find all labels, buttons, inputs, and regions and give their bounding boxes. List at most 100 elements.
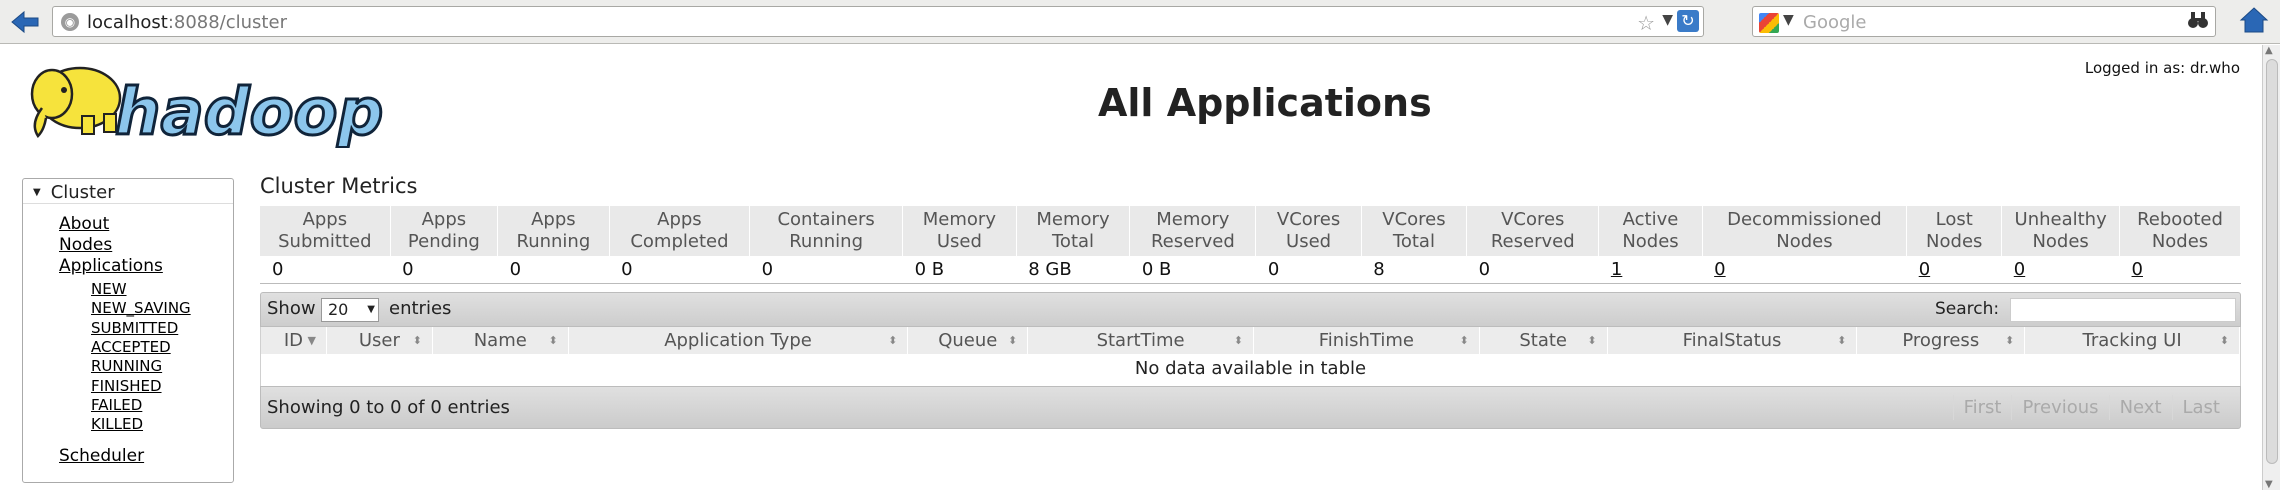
metrics-header-line: Pending xyxy=(407,231,480,252)
sidebar-link-state-running[interactable]: RUNNING xyxy=(91,357,162,375)
metrics-value: 0 B xyxy=(1141,258,1172,280)
apps-column-label: FinalStatus xyxy=(1682,330,1782,351)
apps-column-header[interactable]: Queue ⬍ xyxy=(908,327,1029,354)
metrics-header-cell: Memory Used xyxy=(902,206,1017,256)
metrics-header-line: Apps xyxy=(657,209,702,230)
sidebar-section-cluster[interactable]: ▼ Cluster xyxy=(33,182,115,203)
apps-column-header[interactable]: State ⬍ xyxy=(1480,327,1608,354)
sort-desc-icon: ▼ xyxy=(307,334,316,347)
page-content: hadoop Logged in as: dr.who All Applicat… xyxy=(0,45,2262,490)
url-host: localhost xyxy=(87,12,168,33)
metrics-value-cell: 0 xyxy=(1466,256,1599,284)
back-arrow-icon[interactable] xyxy=(8,8,42,36)
apps-table-header: ID ▼ User ⬍ Name ⬍ Application Type ⬍ Queue ⬍ Star… xyxy=(260,327,2241,354)
metrics-header-line: VCores xyxy=(1382,209,1446,230)
metrics-header-line: Apps xyxy=(421,209,467,230)
vertical-scrollbar[interactable]: ▲ ▼ xyxy=(2262,45,2280,490)
triangle-down-icon: ▼ xyxy=(33,187,41,198)
binoculars-icon[interactable] xyxy=(2187,10,2209,35)
metrics-header-line: Reserved xyxy=(1490,231,1575,252)
apps-table-toolbar: Show 20 ▼ entries Search: xyxy=(260,292,2241,327)
sort-both-icon: ⬍ xyxy=(548,334,558,347)
apps-column-header[interactable]: ID ▼ xyxy=(261,327,327,354)
apps-column-header[interactable]: FinishTime ⬍ xyxy=(1254,327,1480,354)
metrics-header-line: Active xyxy=(1622,209,1679,230)
apps-column-header[interactable]: Tracking UI ⬍ xyxy=(2025,327,2240,354)
apps-column-header[interactable]: Application Type ⬍ xyxy=(569,327,909,354)
home-icon[interactable] xyxy=(2238,6,2270,36)
search-label: Search: xyxy=(1935,299,2000,319)
metrics-header-cell: Apps Submitted xyxy=(260,206,391,256)
metrics-header-line: Running xyxy=(516,231,591,252)
pagination-last-button[interactable]: Last xyxy=(2171,395,2231,420)
sidebar-link-state-finished[interactable]: FINISHED xyxy=(91,377,162,395)
divider xyxy=(23,203,233,204)
sort-both-icon: ⬍ xyxy=(1459,334,1469,347)
address-bar[interactable]: ◉ localhost:8088/cluster ☆ ▼ ↻ xyxy=(52,6,1704,37)
metrics-header-line: Used xyxy=(1286,231,1332,252)
google-icon[interactable] xyxy=(1759,13,1779,33)
apps-column-header[interactable]: User ⬍ xyxy=(327,327,433,354)
metrics-value-cell: 0 xyxy=(2001,256,2120,284)
pagination-next-button[interactable]: Next xyxy=(2108,395,2172,420)
metrics-header-cell: Apps Pending xyxy=(390,206,499,256)
metrics-header-row: Apps Submitted Apps Pending Apps Running Apps C… xyxy=(260,206,2241,256)
entries-label: entries xyxy=(389,298,452,319)
sidebar-link-applications[interactable]: Applications xyxy=(59,256,163,276)
metrics-value-link[interactable]: 0 xyxy=(2014,259,2025,280)
pagination-previous-button[interactable]: Previous xyxy=(2011,395,2108,420)
table-info-text: Showing 0 to 0 of 0 entries xyxy=(267,397,510,418)
sidebar-link-state-new[interactable]: NEW xyxy=(91,280,127,298)
metrics-header-cell: Decommissioned Nodes xyxy=(1702,206,1908,256)
sidebar-link-about[interactable]: About xyxy=(59,214,109,234)
chevron-down-icon[interactable]: ▼ xyxy=(1662,12,1673,28)
sidebar-link-nodes[interactable]: Nodes xyxy=(59,235,112,255)
metrics-value-cell: 0 xyxy=(609,256,750,284)
hadoop-logo[interactable]: hadoop xyxy=(20,58,400,152)
sidebar-link-state-failed[interactable]: FAILED xyxy=(91,396,142,414)
sidebar-link-state-new-saving[interactable]: NEW_SAVING xyxy=(91,299,191,317)
sidebar-link-scheduler[interactable]: Scheduler xyxy=(59,446,144,466)
scroll-down-arrow-icon[interactable]: ▼ xyxy=(2265,479,2273,490)
metrics-value: 0 B xyxy=(914,258,945,280)
chevron-down-icon[interactable]: ▼ xyxy=(1783,12,1794,28)
sort-both-icon: ⬍ xyxy=(1008,334,1018,347)
apps-column-header[interactable]: Progress ⬍ xyxy=(1857,327,2026,354)
sidebar-link-state-killed[interactable]: KILLED xyxy=(91,415,143,433)
hadoop-wordmark: hadoop xyxy=(115,76,383,148)
apps-column-header[interactable]: FinalStatus ⬍ xyxy=(1608,327,1858,354)
scroll-up-arrow-icon[interactable]: ▲ xyxy=(2265,45,2273,56)
scroll-thumb[interactable] xyxy=(2266,59,2278,464)
metrics-value-link[interactable]: 0 xyxy=(1919,259,1930,280)
metrics-header-line: Memory xyxy=(1036,209,1110,230)
entries-length-select[interactable]: 20 ▼ xyxy=(321,298,379,322)
apps-search-input[interactable] xyxy=(2010,298,2236,322)
apps-column-label: FinishTime xyxy=(1318,330,1415,351)
metrics-value-link[interactable]: 0 xyxy=(2132,259,2143,280)
metrics-header-cell: Rebooted Nodes xyxy=(2119,206,2241,256)
pagination-first-button[interactable]: First xyxy=(1952,395,2012,420)
chevron-down-icon: ▼ xyxy=(367,304,375,315)
apps-column-label: Progress xyxy=(1902,330,1980,351)
sidebar-link-state-accepted[interactable]: ACCEPTED xyxy=(91,338,171,356)
url-text[interactable]: localhost:8088/cluster xyxy=(87,12,287,33)
login-info: Logged in as: dr.who xyxy=(2084,59,2240,77)
metrics-value: 0 xyxy=(1478,258,1491,280)
apps-column-label: StartTime xyxy=(1096,330,1185,351)
metrics-value-cell: 0 xyxy=(2119,256,2241,284)
browser-search-bar[interactable]: ▼ Google xyxy=(1752,6,2216,37)
reload-icon[interactable]: ↻ xyxy=(1677,10,1699,32)
apps-column-label: ID xyxy=(283,330,304,351)
metrics-header-line: Nodes xyxy=(1926,231,1983,252)
metrics-value-link[interactable]: 1 xyxy=(1611,259,1622,280)
metrics-value: 8 GB xyxy=(1028,258,1072,280)
sidebar-link-state-submitted[interactable]: SUBMITTED xyxy=(91,319,178,337)
metrics-value-cell: 0 B xyxy=(1129,256,1256,284)
metrics-header-cell: Active Nodes xyxy=(1598,206,1703,256)
apps-column-header[interactable]: Name ⬍ xyxy=(433,327,569,354)
apps-table-empty-message: No data available in table xyxy=(260,354,2241,386)
metrics-value-link[interactable]: 0 xyxy=(1714,259,1725,280)
bookmark-star-icon[interactable]: ☆ xyxy=(1637,11,1655,35)
apps-column-header[interactable]: StartTime ⬍ xyxy=(1028,327,1254,354)
metrics-header-line: Nodes xyxy=(1776,231,1833,252)
